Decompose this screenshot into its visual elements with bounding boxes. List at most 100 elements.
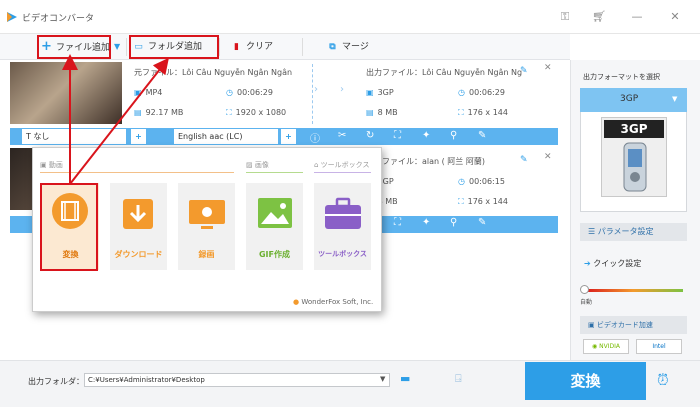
section-video: ▣ 動画 bbox=[40, 161, 63, 169]
watermark-icon[interactable]: ⚲ bbox=[450, 217, 457, 228]
divider bbox=[312, 64, 313, 124]
edit-icon[interactable]: ✎ bbox=[520, 155, 528, 165]
watermark-icon[interactable]: ⚲ bbox=[450, 130, 457, 141]
add-subtitle-button[interactable]: + bbox=[131, 129, 146, 144]
image-section-icon: ▨ bbox=[246, 161, 255, 169]
merge-icon: ⧉ bbox=[329, 42, 336, 52]
output-duration: ◷ 00:06:29 bbox=[458, 88, 505, 97]
open-folder-icon[interactable]: ▬ bbox=[400, 372, 410, 385]
convert-button[interactable]: 変換 bbox=[525, 362, 646, 400]
file-icon: ▤ bbox=[134, 108, 142, 117]
tile-toolbox-label: ツールボックス bbox=[318, 250, 367, 258]
chevron-down-icon[interactable]: ▼ bbox=[380, 375, 385, 383]
section-line bbox=[246, 172, 303, 173]
output-duration: ◷ 00:06:15 bbox=[458, 177, 505, 186]
minimize-button[interactable]: — bbox=[630, 10, 644, 24]
parameter-settings-button[interactable]: ☰ パラメータ設定 bbox=[580, 223, 687, 241]
video-section-icon: ▣ bbox=[40, 161, 49, 169]
chevron-down-icon[interactable]: ▼ bbox=[114, 42, 120, 51]
film-icon: ▣ bbox=[134, 88, 142, 97]
toolbox-section-icon: ⌂ bbox=[314, 161, 321, 169]
quick-settings-label: ➔ クイック設定 bbox=[584, 259, 642, 268]
tile-record-label: 録画 bbox=[198, 250, 215, 259]
remove-task-icon[interactable]: ✕ bbox=[544, 63, 552, 73]
add-audio-button[interactable]: + bbox=[281, 129, 296, 144]
output-folder-label: 出力フォルダ： bbox=[28, 377, 84, 386]
clock-icon: ◷ bbox=[226, 88, 233, 97]
gpu-icon: ▣ bbox=[588, 321, 597, 329]
resolution-icon: ⛶ bbox=[458, 197, 464, 206]
output-filename: 出力ファイル：Lôi Câu Nguyễn Ngân Ng bbox=[366, 68, 523, 77]
intel-button[interactable]: Intel bbox=[636, 339, 682, 354]
merge-button[interactable]: ⧉ マージ bbox=[327, 38, 369, 56]
source-resolution: ⛶ 1920 x 1080 bbox=[226, 108, 287, 117]
crop-icon[interactable]: ⛶ bbox=[394, 217, 401, 228]
nvidia-button[interactable]: ◉ NVIDIA bbox=[583, 339, 629, 354]
selected-format: 3GP bbox=[620, 94, 639, 104]
resolution-icon: ⛶ bbox=[226, 108, 232, 117]
crop-icon[interactable]: ⛶ bbox=[394, 130, 401, 141]
export-icon[interactable]: ⍈ bbox=[455, 372, 462, 386]
edit-subtitle-icon[interactable]: ✎ bbox=[478, 130, 486, 141]
clock-icon: ◷ bbox=[458, 177, 465, 186]
output-filename: 出力ファイル：alan ( 阿兰 阿蘭) bbox=[366, 157, 485, 166]
toolbar-divider bbox=[302, 38, 303, 56]
tile-gif[interactable]: GIF作成 bbox=[246, 183, 303, 270]
phone-icon bbox=[623, 142, 647, 192]
alarm-clock-icon[interactable]: ⏰︎ bbox=[657, 371, 669, 389]
quality-slider-handle[interactable] bbox=[580, 285, 589, 294]
toolbar-divider bbox=[126, 38, 127, 56]
tile-gif-label: GIF作成 bbox=[258, 250, 290, 259]
edit-subtitle-icon[interactable]: ✎ bbox=[478, 217, 486, 228]
info-icon[interactable]: ⓘ bbox=[310, 130, 320, 145]
sliders-icon: ☰ bbox=[588, 227, 598, 236]
file-icon: ▤ bbox=[366, 108, 374, 117]
output-format-title: 出力フォーマットを選択 bbox=[583, 73, 660, 81]
window-title: ビデオコンバータ bbox=[22, 14, 95, 24]
source-size: ▤ 92.17 MB bbox=[134, 108, 184, 117]
scissors-icon[interactable]: ✂ bbox=[338, 130, 346, 141]
output-format: ▣3GP bbox=[366, 88, 394, 97]
add-folder-highlight bbox=[129, 35, 219, 59]
source-filename: 元ファイル：Lôi Câu Nguyễn Ngân Ngân bbox=[134, 68, 293, 77]
chevron-right-icon: › bbox=[340, 84, 344, 95]
hw-accel-button[interactable]: ▣ ビデオカード加速 bbox=[580, 316, 687, 334]
resolution-icon: ⛶ bbox=[458, 108, 464, 117]
film-icon: ▣ bbox=[366, 88, 374, 97]
subtitle-select[interactable]: T なし bbox=[22, 129, 126, 144]
edit-icon[interactable]: ✎ bbox=[520, 66, 528, 76]
output-resolution: ⛶ 176 x 144 bbox=[458, 108, 508, 117]
quality-slider-track[interactable] bbox=[583, 289, 683, 292]
source-duration: ◷ 00:06:29 bbox=[226, 88, 273, 97]
remove-task-icon[interactable]: ✕ bbox=[544, 152, 552, 162]
download-icon bbox=[123, 199, 153, 229]
clear-label: クリア bbox=[246, 42, 274, 52]
convert-tile-highlight bbox=[40, 183, 98, 271]
video-thumbnail[interactable] bbox=[10, 62, 122, 124]
rotate-icon[interactable]: ↻ bbox=[366, 130, 374, 141]
section-toolbox: ⌂ ツールボックス bbox=[314, 161, 370, 169]
section-line bbox=[40, 172, 234, 173]
key-icon[interactable]: ⚿ bbox=[558, 10, 572, 24]
arrow-right-icon: ➔ bbox=[584, 259, 594, 268]
output-path-field[interactable]: C:¥Users¥Administrator¥Desktop bbox=[84, 373, 390, 387]
tile-download[interactable]: ダウンロード bbox=[110, 183, 167, 270]
tile-record[interactable]: 録画 bbox=[178, 183, 235, 270]
effects-icon[interactable]: ✦ bbox=[422, 130, 430, 141]
audio-track-select[interactable]: English aac (LC) bbox=[174, 129, 278, 144]
output-resolution: ⛶ 176 x 144 bbox=[458, 197, 508, 206]
add-file-highlight bbox=[37, 35, 111, 59]
tile-toolbox[interactable]: ツールボックス bbox=[314, 183, 371, 270]
chevron-down-icon[interactable]: ▼ bbox=[672, 95, 677, 103]
title-bar: ビデオコンバータ ⚿ 🛒︎ — ✕ bbox=[0, 0, 700, 34]
output-size: ▤8 MB bbox=[366, 108, 398, 117]
screen-record-icon bbox=[189, 200, 225, 229]
tile-download-label: ダウンロード bbox=[114, 250, 163, 259]
close-window-button[interactable]: ✕ bbox=[668, 10, 682, 24]
app-logo-icon bbox=[7, 12, 17, 22]
format-badge: 3GP bbox=[604, 120, 664, 138]
clear-button[interactable]: ▮ クリア bbox=[231, 38, 273, 56]
effects-icon[interactable]: ✦ bbox=[422, 217, 430, 228]
cart-icon[interactable]: 🛒︎ bbox=[592, 10, 606, 24]
merge-label: マージ bbox=[342, 42, 369, 52]
